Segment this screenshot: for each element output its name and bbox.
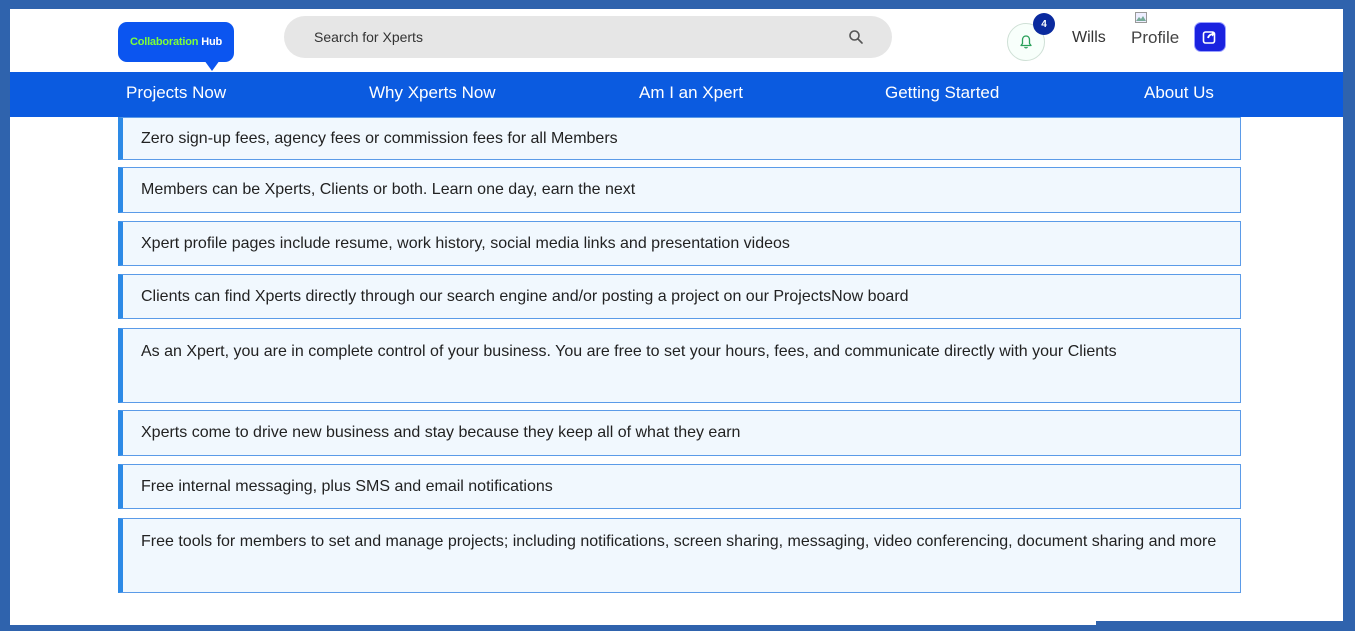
feature-item: Zero sign-up fees, agency fees or commis… [118, 117, 1241, 160]
username[interactable]: Wills [1072, 29, 1106, 47]
main-nav: Projects Now Why Xperts Now Am I an Xper… [10, 72, 1343, 117]
feature-item: As an Xpert, you are in complete control… [118, 328, 1241, 403]
profile-alt-text: Profile [1131, 28, 1180, 47]
feature-item: Xperts come to drive new business and st… [118, 410, 1241, 456]
nav-item-why-xperts-now[interactable]: Why Xperts Now [369, 83, 496, 103]
profile-avatar[interactable]: Profile [1131, 12, 1183, 60]
broken-image-icon [1135, 12, 1147, 23]
logo-primary-text: Collaboration [129, 36, 199, 48]
nav-item-about-us[interactable]: About Us [1144, 83, 1214, 103]
logo[interactable]: Collaboration Hub [118, 22, 234, 71]
feature-item: Xpert profile pages include resume, work… [118, 221, 1241, 266]
nav-item-am-i-an-xpert[interactable]: Am I an Xpert [639, 83, 743, 103]
share-button[interactable] [1194, 22, 1226, 52]
page-frame: Collaboration Hub 4 Wills Profile [10, 9, 1343, 625]
corner-bar [1096, 621, 1343, 625]
nav-item-getting-started[interactable]: Getting Started [885, 83, 999, 103]
feature-item: Free tools for members to set and manage… [118, 518, 1241, 593]
header: Collaboration Hub 4 Wills Profile [10, 9, 1343, 72]
notification-badge: 4 [1033, 13, 1055, 35]
feature-item: Members can be Xperts, Clients or both. … [118, 167, 1241, 213]
feature-item: Free internal messaging, plus SMS and em… [118, 464, 1241, 509]
bell-icon [1020, 35, 1032, 49]
nav-item-projects-now[interactable]: Projects Now [126, 83, 226, 103]
search-input[interactable] [312, 28, 848, 46]
search-icon[interactable] [848, 29, 864, 45]
search-bar [284, 16, 892, 58]
feature-item: Clients can find Xperts directly through… [118, 274, 1241, 319]
logo-secondary-text: Hub [201, 36, 223, 48]
share-icon [1202, 31, 1216, 44]
